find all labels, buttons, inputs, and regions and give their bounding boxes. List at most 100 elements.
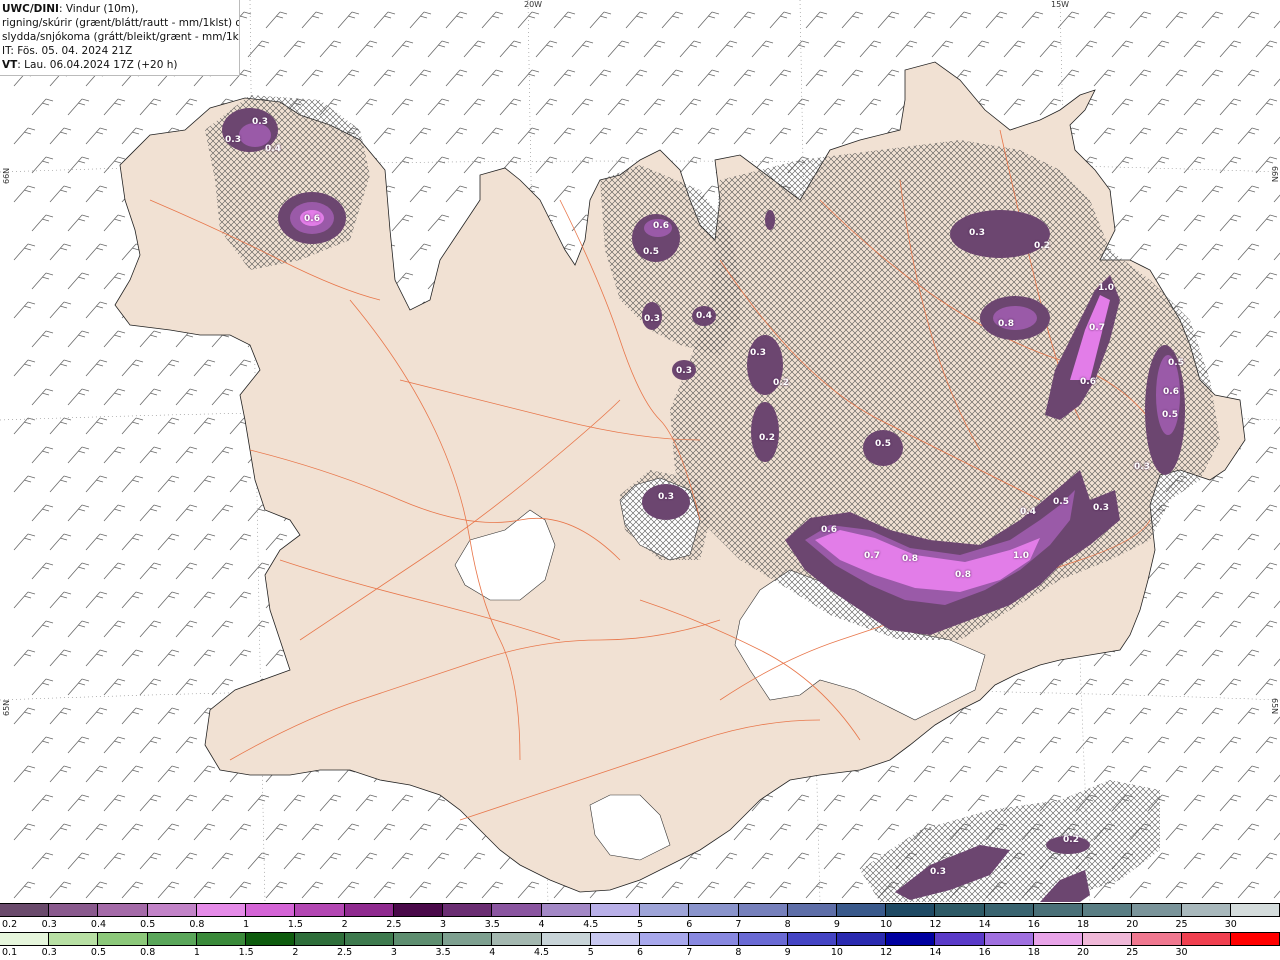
legend-label: 1 (243, 919, 250, 930)
wind-barb (697, 127, 720, 145)
wind-barb (823, 794, 846, 812)
legend-label: 25 (1126, 947, 1139, 958)
wind-barb (1183, 272, 1206, 290)
wind-barb (679, 98, 702, 116)
legend-swatch (98, 933, 148, 945)
wind-barb (1273, 78, 1280, 87)
legend-swatch (787, 904, 837, 916)
wind-barb (319, 794, 342, 812)
wind-barb (445, 69, 468, 87)
wind-barb (1237, 707, 1260, 725)
wind-barb (715, 40, 738, 58)
precip-value-label: 0.8 (902, 554, 918, 564)
wind-barb (139, 620, 162, 638)
wind-barb (85, 243, 108, 261)
wind-barb (373, 823, 396, 841)
wind-barb (67, 156, 90, 174)
wind-barb (769, 11, 792, 29)
precip-value-label: 0.5 (1168, 358, 1184, 368)
wind-barb (301, 11, 324, 29)
wind-barb (1147, 98, 1170, 116)
wind-barb (1219, 736, 1242, 754)
wind-barb (1129, 69, 1152, 87)
legend-swatch (1181, 904, 1231, 916)
wind-barb (373, 11, 396, 29)
wind-barb (445, 127, 468, 145)
wind-barb (355, 98, 378, 116)
precip-value-label: 0.3 (930, 867, 946, 877)
wind-barb (1219, 620, 1242, 638)
wind-barb (1201, 765, 1224, 783)
wind-barb (1183, 620, 1206, 638)
wind-barb (769, 823, 792, 841)
wind-barb (661, 127, 684, 145)
wind-barb (877, 765, 900, 783)
legend-swatch (640, 933, 690, 945)
legend-swatch (935, 904, 985, 916)
wind-barb (31, 852, 54, 870)
wind-barb (85, 417, 108, 435)
wind-barb (85, 649, 108, 667)
wind-barb (841, 823, 864, 841)
precip-value-label: 1.0 (1013, 551, 1029, 561)
wind-barb (409, 185, 432, 203)
wind-barb (427, 852, 450, 870)
wind-barb (1183, 678, 1206, 696)
wind-barb (103, 794, 126, 812)
wind-barb (409, 69, 432, 87)
wind-barb (1273, 310, 1280, 319)
legend-swatch (1083, 904, 1133, 916)
wind-barb (1255, 562, 1278, 580)
wind-barb (427, 98, 450, 116)
wind-barb (1273, 136, 1280, 145)
wind-barb (445, 823, 468, 841)
legend-swatch (1083, 933, 1133, 945)
wind-barb (823, 852, 846, 870)
wind-barb (121, 591, 144, 609)
wind-barb (157, 881, 180, 899)
wind-barb (1165, 127, 1188, 145)
wind-barb (427, 156, 450, 174)
wind-barb (157, 591, 180, 609)
wind-barb (1255, 794, 1278, 812)
wind-barb (1075, 736, 1098, 754)
precip-value-label: 0.7 (1089, 323, 1105, 333)
legend-label: 2 (341, 919, 348, 930)
legend-swatch (738, 933, 788, 945)
precip-value-label: 0.3 (658, 492, 674, 502)
wind-barb (877, 11, 900, 29)
wind-barb (1255, 678, 1278, 696)
wind-barb (931, 736, 954, 754)
wind-barb (265, 823, 288, 841)
precip-value-label: 0.6 (304, 214, 320, 224)
precip-value-label: 0.6 (821, 525, 837, 535)
wind-barb (949, 765, 972, 783)
wind-barb (67, 98, 90, 116)
legend-label: 12 (929, 919, 942, 930)
initial-time: IT: Fös. 05. 04. 2024 21Z (2, 45, 133, 57)
wind-barb (1021, 707, 1044, 725)
map-area[interactable]: 20W 15W 66N 65N 66N 65N 0.3 0.3 0.4 0.6 0.6 0… (0, 0, 1280, 902)
legend-swatch (640, 904, 690, 916)
grid-label-65n-left: 65N (2, 699, 11, 716)
precip-value-label: 0.4 (1020, 507, 1036, 517)
wind-barb (1273, 252, 1280, 261)
wind-barb (247, 794, 270, 812)
wind-barb (103, 98, 126, 116)
wind-barb (463, 40, 486, 58)
wind-barb (1219, 562, 1242, 580)
wind-barb (1201, 707, 1224, 725)
wind-barb (571, 40, 594, 58)
wind-barb (49, 127, 72, 145)
wind-barb (571, 156, 594, 174)
valid-time: : Lau. 06.04.2024 17Z (+20 h) (17, 59, 178, 71)
wind-barb (1165, 881, 1188, 899)
wind-barb (1219, 40, 1242, 58)
wind-barb (49, 359, 72, 377)
legend-swatch (246, 904, 296, 916)
wind-barb (31, 388, 54, 406)
wind-barb (1165, 185, 1188, 203)
legend-label: 20 (1077, 947, 1090, 958)
map-canvas[interactable] (0, 0, 1280, 902)
legend-swatch (1181, 933, 1231, 945)
